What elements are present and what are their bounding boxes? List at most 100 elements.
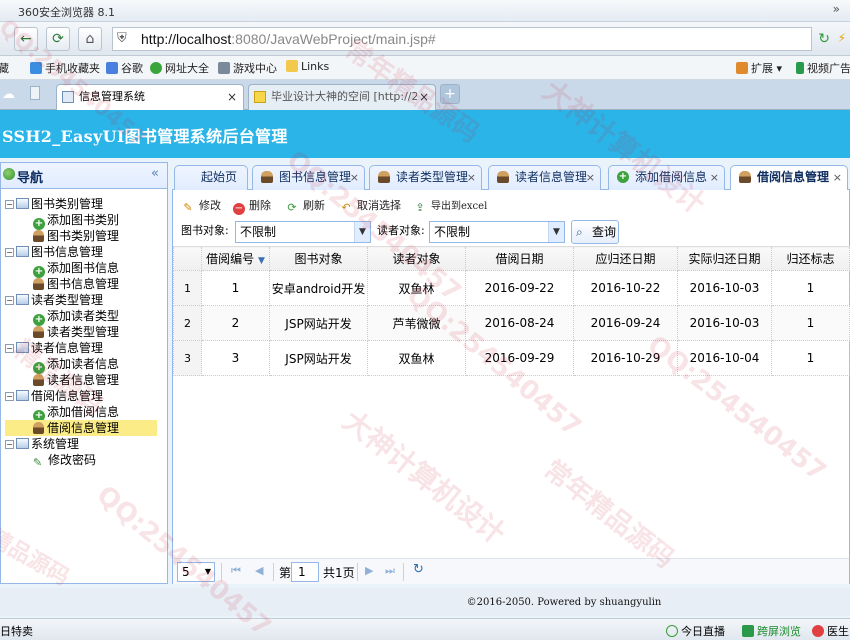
tree-group-reader-info[interactable]: − 读者信息管理	[5, 340, 103, 356]
status-sale[interactable]: 日特卖	[0, 623, 33, 639]
collapse-toggle-icon[interactable]: −	[5, 392, 14, 401]
cell-book[interactable]: 安卓android开发	[269, 270, 368, 306]
tree-group-system[interactable]: − 系统管理	[5, 436, 79, 452]
status-live[interactable]: 今日直播	[666, 623, 725, 639]
cell-book[interactable]: JSP网站开发	[269, 340, 368, 376]
tab-add-borrow[interactable]: + 添加借阅信息 ×	[608, 165, 725, 190]
url-text[interactable]: http://localhost:8080/JavaWebProject/mai…	[141, 31, 436, 47]
tree-item-change-password[interactable]: ✎ 修改密码	[33, 452, 96, 469]
new-tab-button[interactable]: +	[440, 84, 460, 104]
tree-item-book-info-manage[interactable]: 图书信息管理	[33, 276, 119, 292]
cell-book[interactable]: JSP网站开发	[269, 305, 368, 341]
header-reader[interactable]: 读者对象	[367, 246, 466, 271]
tree-item-add-reader-info[interactable]: + 添加读者信息	[33, 356, 119, 374]
tab-reader-info[interactable]: 读者信息管理 ×	[488, 165, 601, 190]
close-icon[interactable]: ×	[416, 85, 429, 109]
browser-tab-blog[interactable]: 毕业设计大神的空间 [http://2 ×	[248, 84, 436, 110]
reader-filter-select[interactable]: 不限制 ▼	[429, 221, 565, 243]
page-number-input[interactable]: 1	[291, 562, 319, 582]
close-icon[interactable]: ×	[586, 166, 595, 189]
extensions-button[interactable]: 扩展 ▾	[736, 60, 782, 76]
cell-borrow-date[interactable]: 2016-09-29	[465, 340, 574, 376]
page-icon[interactable]	[30, 86, 40, 100]
tree-group-book-category[interactable]: − 图书类别管理	[5, 196, 103, 212]
collapse-toggle-icon[interactable]: −	[5, 296, 14, 305]
page-size-select[interactable]: 5 ▼	[177, 562, 215, 582]
chevron-down-icon[interactable]: ▼	[548, 222, 564, 242]
fav-links[interactable]: Links	[286, 60, 329, 73]
cell-reader[interactable]: 双鱼林	[367, 270, 466, 306]
chevron-down-icon[interactable]: ▼	[205, 563, 211, 581]
fav-google[interactable]: 谷歌	[106, 60, 143, 76]
tree-item-book-category-manage[interactable]: 图书类别管理	[33, 228, 119, 244]
cell-return-flag[interactable]: 1	[771, 270, 850, 306]
collapse-toggle-icon[interactable]: −	[5, 200, 14, 209]
header-book[interactable]: 图书对象	[269, 246, 368, 271]
tab-borrow-info[interactable]: 借阅信息管理 ×	[730, 165, 848, 191]
cell-return-date[interactable]: 2016-10-03	[677, 270, 772, 306]
status-doctor[interactable]: 医生	[812, 623, 849, 639]
cell-borrow-id[interactable]: 2	[201, 305, 270, 341]
header-due-date[interactable]: 应归还日期	[573, 246, 678, 271]
cell-borrow-date[interactable]: 2016-09-22	[465, 270, 574, 306]
cell-return-flag[interactable]: 1	[771, 305, 850, 341]
cell-return-date[interactable]: 2016-10-03	[677, 305, 772, 341]
tree-item-add-book-info[interactable]: + 添加图书信息	[33, 260, 119, 278]
table-row[interactable]: 3 3 JSP网站开发 双鱼林 2016-09-29 2016-10-29 20…	[173, 340, 850, 376]
tree-item-reader-type-manage[interactable]: 读者类型管理	[33, 324, 119, 340]
tree-item-reader-info-manage[interactable]: 读者信息管理	[33, 372, 119, 388]
cell-return-date[interactable]: 2016-10-04	[677, 340, 772, 376]
cancel-select-button[interactable]: ↶ 取消选择	[339, 197, 401, 214]
favorites-menu[interactable]: 藏	[0, 60, 9, 76]
tab-home[interactable]: 起始页	[174, 165, 248, 190]
refresh-button[interactable]: ⟳ 刷新	[285, 197, 325, 214]
close-icon[interactable]: ×	[227, 85, 237, 109]
table-row[interactable]: 1 1 安卓android开发 双鱼林 2016-09-22 2016-10-2…	[173, 270, 850, 306]
cell-due-date[interactable]: 2016-10-22	[573, 270, 678, 306]
cell-reader[interactable]: 芦苇微微	[367, 305, 466, 341]
collapse-icon[interactable]: «	[151, 166, 159, 181]
cloud-icon[interactable]: ☁	[2, 87, 15, 102]
fav-sites[interactable]: 网址大全	[150, 60, 209, 76]
close-icon[interactable]: ×	[467, 166, 476, 189]
tree-item-add-borrow-info[interactable]: + 添加借阅信息	[33, 404, 119, 422]
close-icon[interactable]: ×	[833, 166, 842, 189]
export-excel-button[interactable]: ⇪ 导出到excel	[413, 197, 487, 214]
chevron-right-icon[interactable]: »	[833, 2, 840, 16]
last-page-icon[interactable]: ⏭	[385, 564, 395, 578]
edit-button[interactable]: ✎ 修改	[181, 197, 221, 214]
tab-reader-type[interactable]: 读者类型管理 ×	[369, 165, 482, 190]
header-return-flag[interactable]: 归还标志	[771, 246, 850, 271]
header-borrow-date[interactable]: 借阅日期	[465, 246, 574, 271]
address-bar[interactable]: ⛨ http://localhost:8080/JavaWebProject/m…	[112, 27, 812, 51]
collapse-toggle-icon[interactable]: −	[5, 344, 14, 353]
header-borrow-id[interactable]: 借阅编号 ▼	[201, 246, 270, 271]
cell-return-flag[interactable]: 1	[771, 340, 850, 376]
tree-item-add-book-category[interactable]: + 添加图书类别	[33, 212, 119, 230]
video-ad-button[interactable]: 视频广告	[796, 60, 850, 76]
cell-borrow-id[interactable]: 3	[201, 340, 270, 376]
cell-reader[interactable]: 双鱼林	[367, 340, 466, 376]
tab-book-info[interactable]: 图书信息管理 ×	[252, 165, 365, 190]
delete-button[interactable]: − 删除	[233, 197, 271, 215]
fav-mobile[interactable]: 手机收藏夹	[30, 60, 100, 76]
back-button[interactable]: ←	[14, 27, 38, 51]
close-icon[interactable]: ×	[350, 166, 359, 189]
table-row[interactable]: 2 2 JSP网站开发 芦苇微微 2016-08-24 2016-09-24 2…	[173, 305, 850, 341]
chevron-down-icon[interactable]: ▼	[354, 222, 370, 242]
status-cross-screen[interactable]: 跨屏浏览	[742, 623, 801, 639]
cell-borrow-id[interactable]: 1	[201, 270, 270, 306]
cell-borrow-date[interactable]: 2016-08-24	[465, 305, 574, 341]
reload-icon[interactable]: ↻	[413, 562, 424, 577]
home-button[interactable]: ⌂	[78, 27, 102, 51]
tree-group-borrow-info[interactable]: − 借阅信息管理	[5, 388, 103, 404]
tree-group-reader-type[interactable]: − 读者类型管理	[5, 292, 103, 308]
book-filter-select[interactable]: 不限制 ▼	[235, 221, 371, 243]
refresh-button[interactable]: ⟳	[46, 27, 70, 51]
browser-tab-admin[interactable]: 信息管理系统 ×	[56, 84, 244, 110]
query-button[interactable]: ⌕ 查询	[571, 220, 619, 244]
first-page-icon[interactable]: ⏮	[231, 564, 241, 578]
fav-games[interactable]: 游戏中心	[218, 60, 277, 76]
cell-due-date[interactable]: 2016-09-24	[573, 305, 678, 341]
collapse-toggle-icon[interactable]: −	[5, 440, 14, 449]
